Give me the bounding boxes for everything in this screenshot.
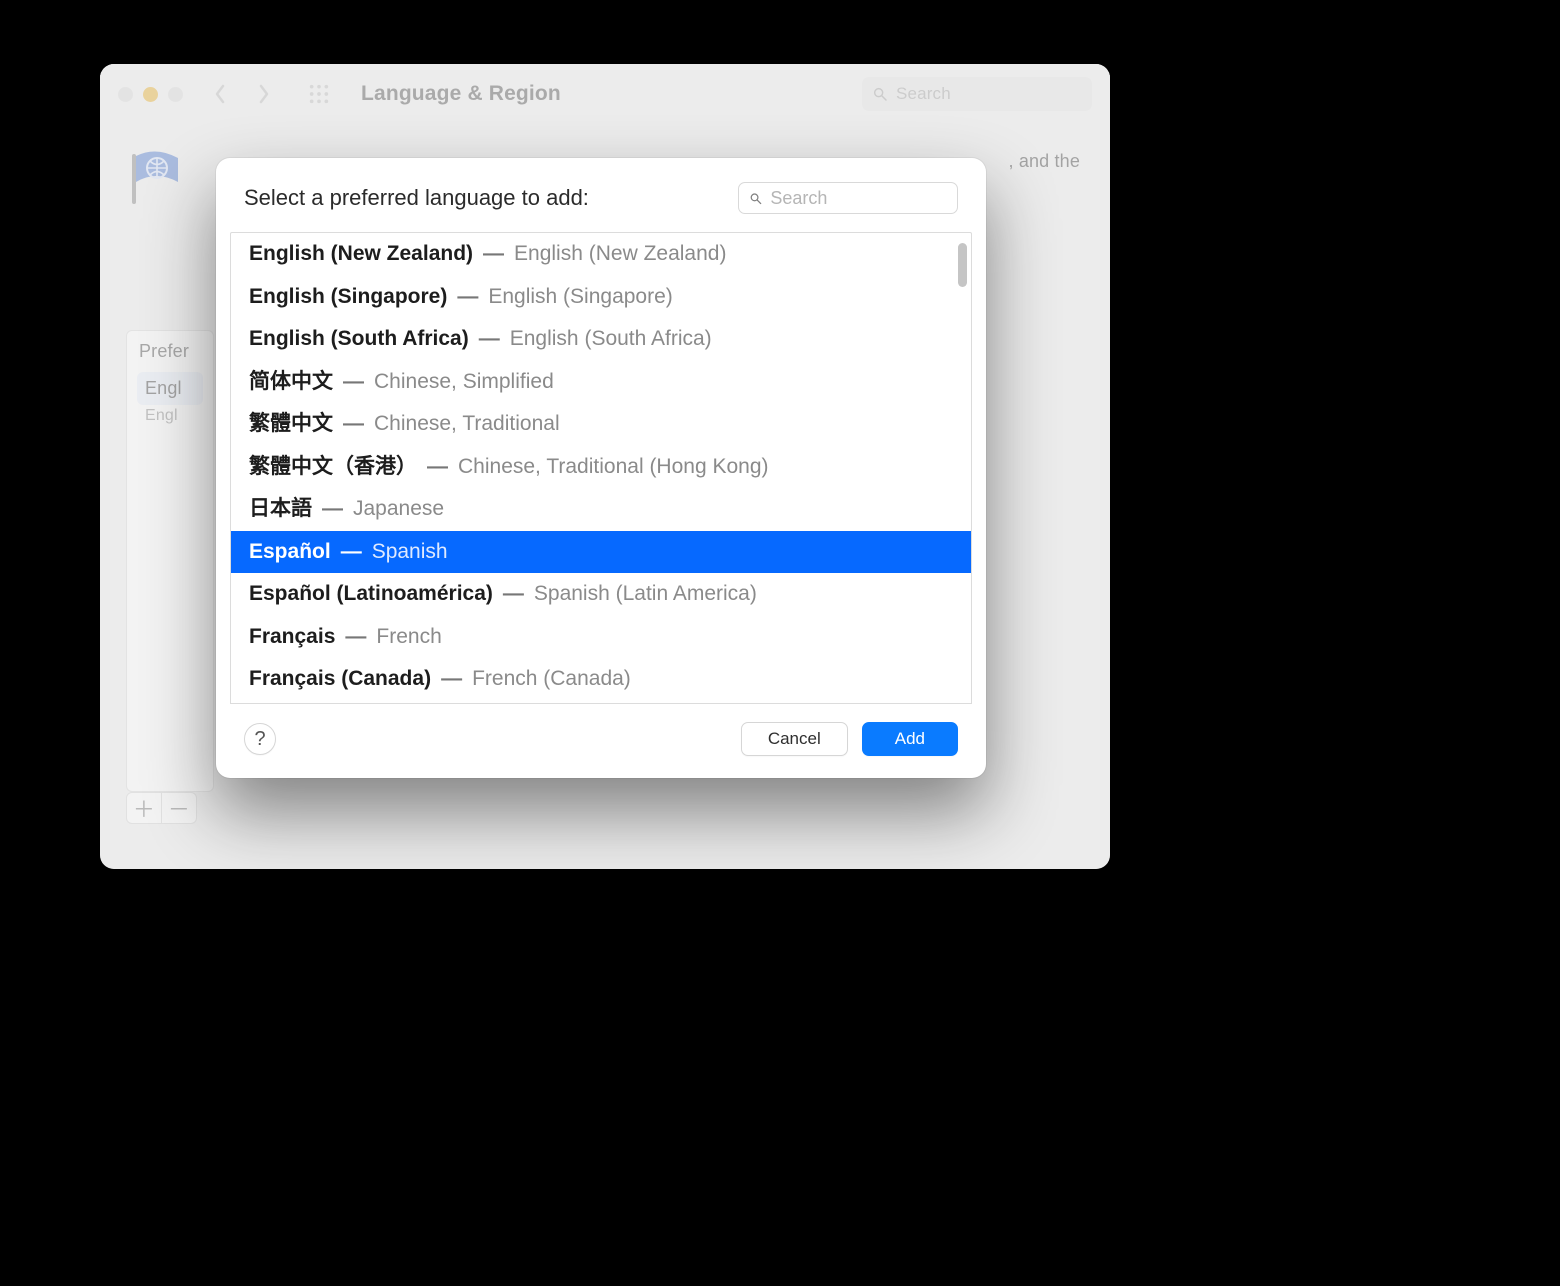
scrollbar-thumb[interactable] bbox=[958, 243, 967, 287]
language-english-name: Japanese bbox=[353, 493, 444, 526]
separator: — bbox=[457, 281, 478, 314]
language-option[interactable]: Français (Canada) — French (Canada) bbox=[231, 658, 971, 701]
separator: — bbox=[479, 323, 500, 356]
language-native-name: Français (Canada) bbox=[249, 663, 431, 696]
language-option[interactable]: English (South Africa) — English (South Af… bbox=[231, 318, 971, 361]
language-english-name: French bbox=[376, 621, 441, 654]
minimize-window-button[interactable] bbox=[143, 87, 158, 102]
separator: — bbox=[343, 366, 364, 399]
language-english-name: French (Canada) bbox=[472, 663, 631, 696]
toolbar-search[interactable]: Search bbox=[862, 77, 1092, 111]
add-button[interactable]: Add bbox=[862, 722, 958, 756]
separator: — bbox=[503, 578, 524, 611]
language-native-name: Español bbox=[249, 536, 331, 569]
language-native-name: 日本語 bbox=[249, 493, 312, 526]
language-option[interactable]: Español — Spanish bbox=[231, 531, 971, 574]
language-option[interactable]: Français — French bbox=[231, 616, 971, 659]
close-window-button[interactable] bbox=[118, 87, 133, 102]
titlebar: Language & Region Search bbox=[100, 64, 1110, 124]
language-english-name: Chinese, Simplified bbox=[374, 366, 554, 399]
sheet-search-input[interactable] bbox=[770, 188, 947, 209]
language-english-name: English (New Zealand) bbox=[514, 238, 726, 271]
language-option[interactable]: English (New Zealand) — English (New Zeala… bbox=[231, 233, 971, 276]
language-english-name: Spanish (Latin America) bbox=[534, 578, 757, 611]
language-english-name: English (South Africa) bbox=[510, 323, 712, 356]
forward-button[interactable] bbox=[247, 79, 281, 109]
language-native-name: English (South Africa) bbox=[249, 323, 469, 356]
window-title: Language & Region bbox=[361, 82, 561, 106]
show-all-icon[interactable] bbox=[305, 80, 333, 108]
add-remove-language-group: ＋ － bbox=[126, 792, 197, 824]
language-option[interactable]: Español (Latinoamérica) — Spanish (Latin A… bbox=[231, 573, 971, 616]
language-native-name: English (New Zealand) bbox=[249, 238, 473, 271]
add-language-button[interactable]: ＋ bbox=[126, 792, 162, 824]
search-icon bbox=[749, 191, 762, 206]
separator: — bbox=[322, 493, 343, 526]
preferred-languages-heading: Prefer bbox=[127, 331, 213, 366]
toolbar-search-placeholder: Search bbox=[896, 84, 951, 104]
separator: — bbox=[483, 238, 504, 271]
language-native-name: Español (Latinoamérica) bbox=[249, 578, 493, 611]
language-english-name: Chinese, Traditional bbox=[374, 408, 560, 441]
language-english-name: Chinese, Traditional (Hong Kong) bbox=[458, 451, 769, 484]
separator: — bbox=[427, 451, 448, 484]
language-option[interactable]: 繁體中文 — Chinese, Traditional bbox=[231, 403, 971, 446]
zoom-window-button[interactable] bbox=[168, 87, 183, 102]
cancel-button[interactable]: Cancel bbox=[741, 722, 848, 756]
language-english-name: Spanish bbox=[372, 536, 448, 569]
preferred-language-item[interactable]: Engl bbox=[137, 372, 203, 405]
sheet-search-field[interactable] bbox=[738, 182, 958, 214]
language-option[interactable]: Deutsch—German bbox=[231, 701, 971, 703]
sheet-help-button[interactable]: ? bbox=[244, 723, 276, 755]
language-native-name: English (Singapore) bbox=[249, 281, 447, 314]
language-option[interactable]: 简体中文 — Chinese, Simplified bbox=[231, 361, 971, 404]
back-button[interactable] bbox=[203, 79, 237, 109]
preferred-language-sub: Engl bbox=[137, 407, 203, 431]
remove-language-button[interactable]: － bbox=[161, 792, 197, 824]
add-language-sheet: Select a preferred language to add: Engl… bbox=[216, 158, 986, 778]
language-native-name: 简体中文 bbox=[249, 366, 333, 399]
language-english-name: English (Singapore) bbox=[488, 281, 672, 314]
language-list: English (New Zealand) — English (New Zeala… bbox=[230, 232, 972, 704]
preferred-languages-card: Prefer Engl Engl bbox=[126, 330, 214, 792]
language-native-name: 繁體中文（香港） bbox=[249, 451, 417, 484]
sheet-title: Select a preferred language to add: bbox=[244, 185, 589, 211]
language-option[interactable]: English (Singapore) — English (Singapore) bbox=[231, 276, 971, 319]
separator: — bbox=[341, 536, 362, 569]
language-native-name: Français bbox=[249, 621, 335, 654]
separator: — bbox=[441, 663, 462, 696]
language-native-name: 繁體中文 bbox=[249, 408, 333, 441]
language-option[interactable]: 繁體中文（香港） — Chinese, Traditional (Hong Kong… bbox=[231, 446, 971, 489]
language-option[interactable]: 日本語 — Japanese bbox=[231, 488, 971, 531]
separator: — bbox=[345, 621, 366, 654]
separator: — bbox=[343, 408, 364, 441]
window-controls bbox=[118, 87, 183, 102]
search-icon bbox=[872, 86, 888, 102]
